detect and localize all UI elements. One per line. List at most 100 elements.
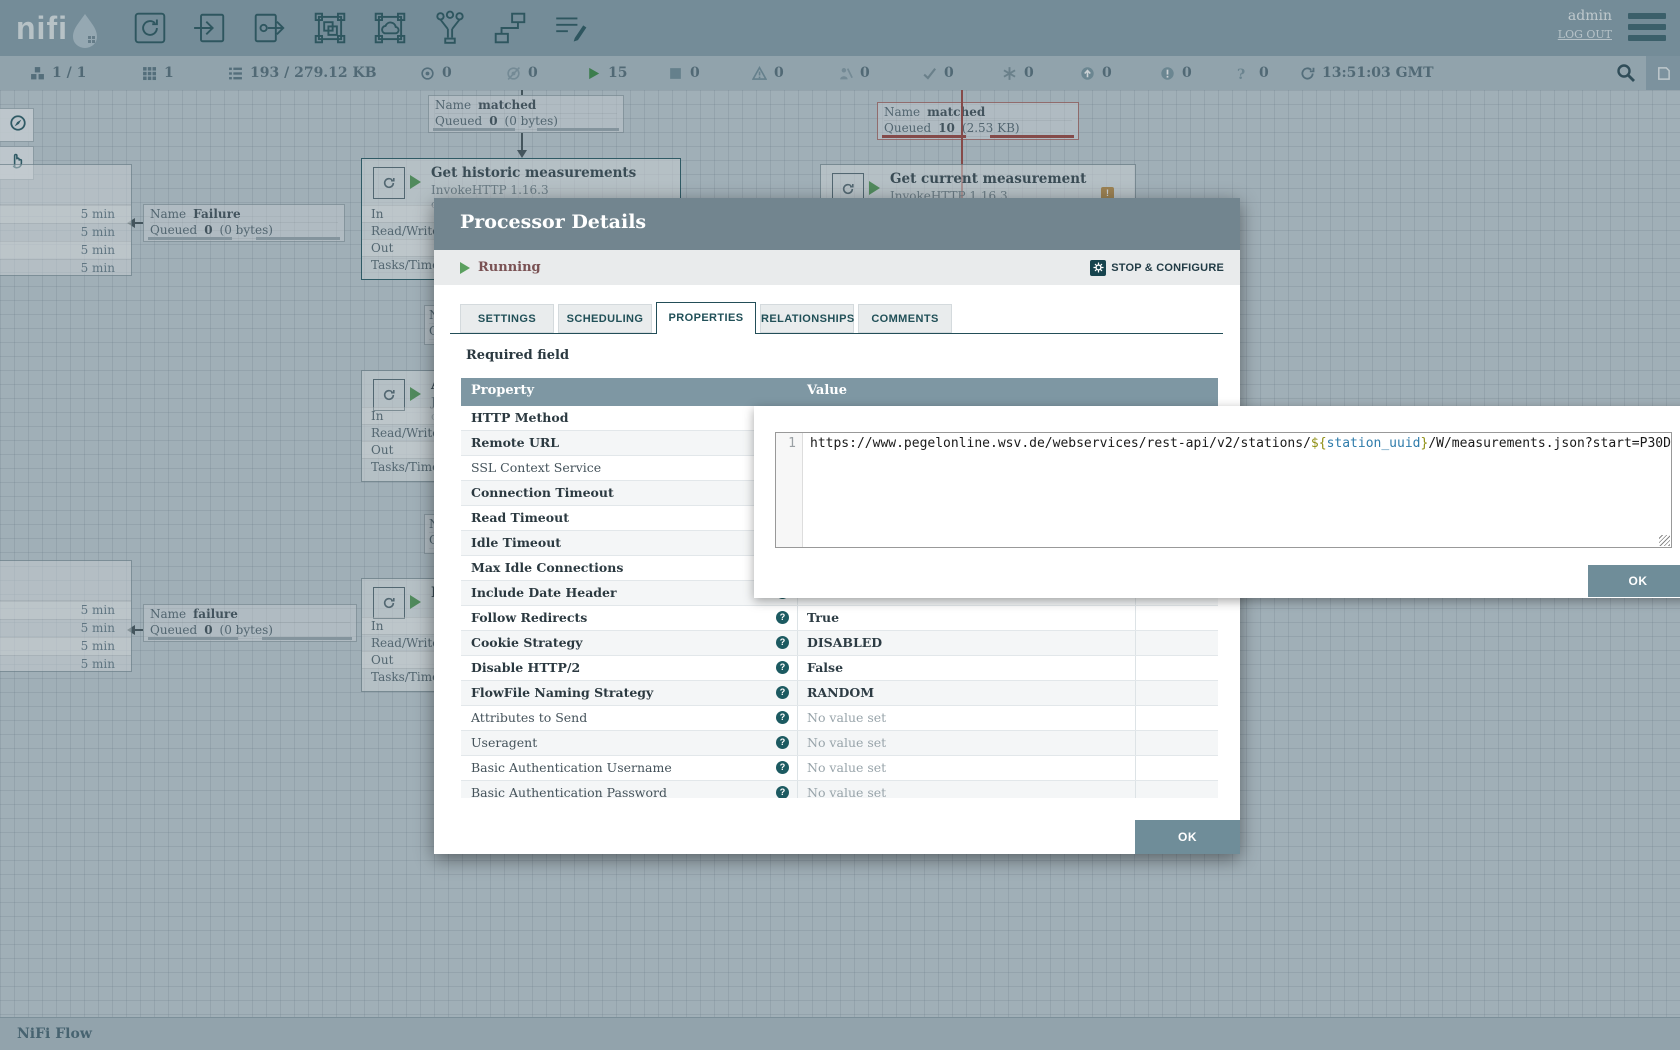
property-name: Idle Timeout	[471, 535, 561, 550]
property-name: Disable HTTP/2	[471, 660, 580, 675]
help-icon[interactable]: ?	[776, 636, 789, 649]
value-cell[interactable]: True	[798, 606, 1136, 630]
help-icon[interactable]: ?	[776, 686, 789, 699]
property-name: Read Timeout	[471, 510, 569, 525]
property-name: Basic Authentication Username	[471, 760, 672, 775]
required-field-note: Required field	[466, 348, 569, 363]
el-brace-open: ${	[1311, 436, 1327, 451]
row-spacer	[1136, 656, 1218, 680]
property-cell: Remote URL?	[461, 431, 798, 455]
property-cell: Attributes to Send?	[461, 706, 798, 730]
running-status-label: Running	[478, 260, 541, 275]
property-cell: Disable HTTP/2?	[461, 656, 798, 680]
url-suffix: /W/measurements.json?start=P30D	[1428, 436, 1671, 451]
tab-comments[interactable]: COMMENTS	[858, 304, 952, 333]
property-cell: SSL Context Service?	[461, 456, 798, 480]
property-value: No value set	[807, 710, 886, 725]
row-spacer	[1136, 756, 1218, 780]
property-cell: FlowFile Naming Strategy?	[461, 681, 798, 705]
help-icon[interactable]: ?	[776, 611, 789, 624]
property-name: Cookie Strategy	[471, 635, 583, 650]
row-spacer	[1136, 681, 1218, 705]
property-name: Max Idle Connections	[471, 560, 623, 575]
el-variable: station_uuid	[1327, 436, 1421, 451]
property-name: Follow Redirects	[471, 610, 587, 625]
property-row: FlowFile Naming Strategy? RANDOM	[461, 681, 1218, 706]
value-cell[interactable]: DISABLED	[798, 631, 1136, 655]
property-value: RANDOM	[807, 685, 874, 700]
value-cell[interactable]: No value set	[798, 706, 1136, 730]
url-prefix: https://www.pegelonline.wsv.de/webservic…	[810, 436, 1311, 451]
property-cell: Basic Authentication Password?	[461, 781, 798, 798]
properties-table-header: Property Value	[461, 378, 1218, 406]
property-row: Attributes to Send? No value set	[461, 706, 1218, 731]
dialog-header: Processor Details	[434, 198, 1240, 250]
row-spacer	[1136, 731, 1218, 755]
processor-status-strip: Running STOP & CONFIGURE	[434, 250, 1240, 285]
property-cell: Basic Authentication Username?	[461, 756, 798, 780]
gear-icon	[1090, 260, 1106, 276]
value-cell[interactable]: False	[798, 656, 1136, 680]
tab-relationships[interactable]: RELATIONSHIPS	[760, 304, 854, 333]
property-value: No value set	[807, 785, 886, 798]
help-icon[interactable]: ?	[776, 786, 789, 798]
stop-and-configure-button[interactable]: STOP & CONFIGURE	[1090, 260, 1224, 276]
help-icon[interactable]: ?	[776, 761, 789, 774]
property-value: No value set	[807, 760, 886, 775]
nifi-app: nifi admin LOG OUT 1 / 11193 / 279.12 KB…	[0, 0, 1680, 1050]
value-cell[interactable]: No value set	[798, 731, 1136, 755]
tab-settings[interactable]: SETTINGS	[460, 304, 554, 333]
property-cell: Useragent?	[461, 731, 798, 755]
property-name: Remote URL	[471, 435, 559, 450]
property-name: Useragent	[471, 735, 537, 750]
value-cell[interactable]: No value set	[798, 781, 1136, 798]
editor-ok-button[interactable]: OK	[1588, 565, 1680, 597]
editor-text[interactable]: https://www.pegelonline.wsv.de/webservic…	[803, 433, 1671, 547]
help-icon[interactable]: ?	[776, 711, 789, 724]
property-cell: Idle Timeout?	[461, 531, 798, 555]
value-column-header: Value	[807, 383, 847, 398]
property-cell: Connection Timeout?	[461, 481, 798, 505]
dialog-tabs: SETTINGSSCHEDULINGPROPERTIESRELATIONSHIP…	[450, 301, 1223, 334]
property-column-header: Property	[471, 383, 534, 398]
property-row: Useragent? No value set	[461, 731, 1218, 756]
property-name: Attributes to Send	[471, 710, 587, 725]
value-cell[interactable]: No value set	[798, 756, 1136, 780]
property-row: Cookie Strategy? DISABLED	[461, 631, 1218, 656]
row-spacer	[1136, 706, 1218, 730]
property-row: Basic Authentication Username? No value s…	[461, 756, 1218, 781]
ok-button[interactable]: OK	[1135, 820, 1240, 854]
property-cell: Include Date Header?	[461, 581, 798, 605]
help-icon[interactable]: ?	[776, 661, 789, 674]
line-number: 1	[788, 436, 796, 451]
property-value: DISABLED	[807, 635, 882, 650]
property-row: Disable HTTP/2? False	[461, 656, 1218, 681]
row-spacer	[1136, 631, 1218, 655]
value-editor-popup: 1 https://www.pegelonline.wsv.de/webserv…	[754, 406, 1680, 598]
property-cell: HTTP Method?	[461, 406, 798, 430]
property-name: SSL Context Service	[471, 460, 601, 475]
value-cell[interactable]: RANDOM	[798, 681, 1136, 705]
property-row: Follow Redirects? True	[461, 606, 1218, 631]
help-icon[interactable]: ?	[776, 736, 789, 749]
row-spacer	[1136, 781, 1218, 798]
line-number-gutter: 1	[776, 433, 803, 547]
property-name: Include Date Header	[471, 585, 617, 600]
property-name: Connection Timeout	[471, 485, 614, 500]
row-spacer	[1136, 606, 1218, 630]
running-status-icon	[460, 262, 470, 274]
property-value: False	[807, 660, 843, 675]
editor-resize-handle[interactable]	[1659, 535, 1670, 546]
tab-properties[interactable]: PROPERTIES	[656, 302, 756, 334]
tab-scheduling[interactable]: SCHEDULING	[558, 304, 652, 333]
property-cell: Cookie Strategy?	[461, 631, 798, 655]
property-cell: Max Idle Connections?	[461, 556, 798, 580]
property-row: Basic Authentication Password? No value s…	[461, 781, 1218, 798]
code-editor[interactable]: 1 https://www.pegelonline.wsv.de/webserv…	[775, 432, 1672, 548]
stop-and-configure-label: STOP & CONFIGURE	[1111, 262, 1224, 274]
property-name: Basic Authentication Password	[471, 785, 667, 798]
property-value: True	[807, 610, 839, 625]
property-value: No value set	[807, 735, 886, 750]
property-name: FlowFile Naming Strategy	[471, 685, 653, 700]
dialog-title: Processor Details	[460, 211, 646, 233]
